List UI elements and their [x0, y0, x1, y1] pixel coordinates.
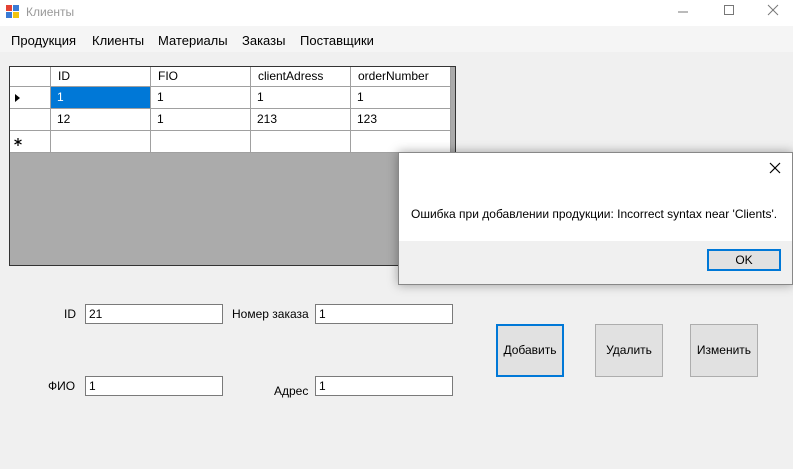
title-bar: Клиенты [0, 0, 793, 26]
column-header-client-address[interactable]: clientAdress [251, 67, 351, 87]
id-label: ID [64, 307, 76, 321]
row-header[interactable] [10, 131, 51, 153]
new-row-cell[interactable] [351, 131, 451, 153]
dialog-close-button[interactable] [764, 157, 786, 179]
table-cell[interactable]: 1 [51, 87, 151, 109]
address-label: Адрес [274, 384, 309, 398]
row-header[interactable] [10, 109, 51, 131]
id-field[interactable]: 21 [85, 304, 223, 324]
table-cell[interactable]: 1 [151, 109, 251, 131]
order-number-label: Номер заказа [232, 307, 309, 321]
minimize-button[interactable] [660, 0, 706, 26]
add-button[interactable]: Добавить [496, 324, 564, 377]
menu-item-suppliers[interactable]: Поставщики [300, 33, 374, 48]
new-row-cell[interactable] [251, 131, 351, 153]
table-cell[interactable]: 1 [251, 87, 351, 109]
window-title: Клиенты [26, 5, 75, 19]
triangle-right-icon [15, 94, 20, 102]
table-cell[interactable]: 1 [351, 87, 451, 109]
menu-item-orders[interactable]: Заказы [242, 33, 285, 48]
maximize-icon [724, 5, 734, 15]
dialog-message: Ошибка при добавлении продукции: Incorre… [411, 207, 778, 221]
menu-item-clients[interactable]: Клиенты [92, 33, 144, 48]
data-grid[interactable]: ID FIO clientAdress orderNumber 1 1 1 1 … [9, 66, 456, 266]
menu-bar: Продукция Клиенты Материалы Заказы Поста… [0, 26, 793, 52]
fio-field[interactable]: 1 [85, 376, 223, 396]
menu-item-products[interactable]: Продукция [11, 33, 76, 48]
minimize-icon [678, 11, 688, 13]
delete-button[interactable]: Удалить [595, 324, 663, 377]
close-button[interactable] [750, 0, 793, 26]
order-number-field[interactable]: 1 [315, 304, 453, 324]
address-field[interactable]: 1 [315, 376, 453, 396]
app-icon [6, 5, 19, 18]
table-cell[interactable]: 1 [151, 87, 251, 109]
column-header-id[interactable]: ID [51, 67, 151, 87]
new-row-cell[interactable] [51, 131, 151, 153]
dialog-footer: OK [399, 241, 792, 284]
asterisk-icon [14, 138, 22, 146]
row-header[interactable] [10, 87, 51, 109]
table-cell[interactable]: 213 [251, 109, 351, 131]
table-cell[interactable]: 12 [51, 109, 151, 131]
maximize-button[interactable] [706, 0, 752, 26]
edit-button[interactable]: Изменить [690, 324, 758, 377]
column-header-order-number[interactable]: orderNumber [351, 67, 451, 87]
menu-item-materials[interactable]: Материалы [158, 33, 228, 48]
close-icon [767, 4, 779, 16]
close-icon [769, 162, 781, 174]
grid-corner[interactable] [10, 67, 51, 87]
column-header-fio[interactable]: FIO [151, 67, 251, 87]
table-cell[interactable]: 123 [351, 109, 451, 131]
fio-label: ФИО [48, 379, 76, 393]
new-row-cell[interactable] [151, 131, 251, 153]
ok-button[interactable]: OK [707, 249, 781, 271]
error-dialog: Ошибка при добавлении продукции: Incorre… [398, 152, 793, 285]
